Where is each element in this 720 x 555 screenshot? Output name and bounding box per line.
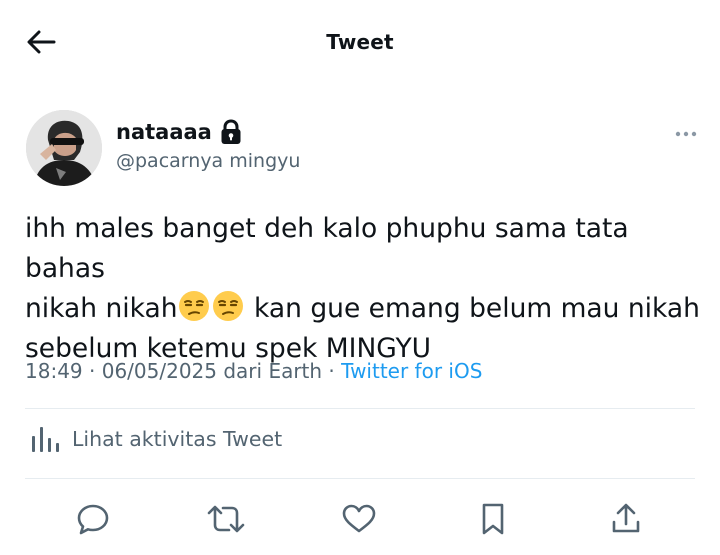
bookmark-icon <box>482 503 504 535</box>
meta-separator: · <box>82 359 102 383</box>
divider <box>25 408 695 409</box>
lock-icon <box>220 119 242 145</box>
tweet-location: dari Earth <box>217 359 323 383</box>
view-tweet-activity-label: Lihat aktivitas Tweet <box>72 427 283 451</box>
tweet-text-line-2a: nikah nikah <box>25 293 178 324</box>
tweet-time[interactable]: 18:49 <box>25 359 83 383</box>
retweet-icon <box>207 505 245 533</box>
tweet-text-line-2b: kan gue emang belum mau nikah <box>245 293 700 324</box>
retweet-button[interactable] <box>206 496 246 542</box>
top-bar: Tweet <box>0 0 720 84</box>
tweet-text: ihh males banget deh kalo phuphu sama ta… <box>25 209 705 369</box>
unamused-face-emoji <box>178 291 209 321</box>
view-tweet-activity[interactable]: Lihat aktivitas Tweet <box>30 424 282 454</box>
analytics-bars-icon <box>32 427 59 452</box>
like-button[interactable] <box>339 496 379 542</box>
tweet-text-line-1: ihh males banget deh kalo phuphu sama ta… <box>25 213 638 284</box>
avatar-photo <box>26 110 102 186</box>
reply-button[interactable] <box>73 496 113 542</box>
author-name-row: nataaaa <box>116 119 242 145</box>
bookmark-button[interactable] <box>473 496 513 542</box>
more-options-button[interactable] <box>672 121 700 147</box>
avatar[interactable] <box>26 110 102 186</box>
more-horizontal-icon <box>675 131 697 137</box>
like-icon <box>342 504 376 533</box>
tweet-date[interactable]: 06/05/2025 <box>102 359 217 383</box>
share-icon <box>612 503 640 533</box>
divider <box>25 478 695 479</box>
user-handle[interactable]: @pacarnya mingyu <box>116 150 300 172</box>
share-button[interactable] <box>606 496 646 542</box>
tweet-action-bar <box>0 496 720 546</box>
unamused-face-emoji <box>212 291 243 321</box>
page-title: Tweet <box>326 30 394 54</box>
reply-icon <box>77 504 109 535</box>
tweet-source-link[interactable]: Twitter for iOS <box>341 359 482 383</box>
display-name[interactable]: nataaaa <box>116 120 212 144</box>
tweet-meta: 18:49 · 06/05/2025 dari Earth · Twitter … <box>25 359 482 383</box>
meta-separator-2: · <box>322 359 342 383</box>
